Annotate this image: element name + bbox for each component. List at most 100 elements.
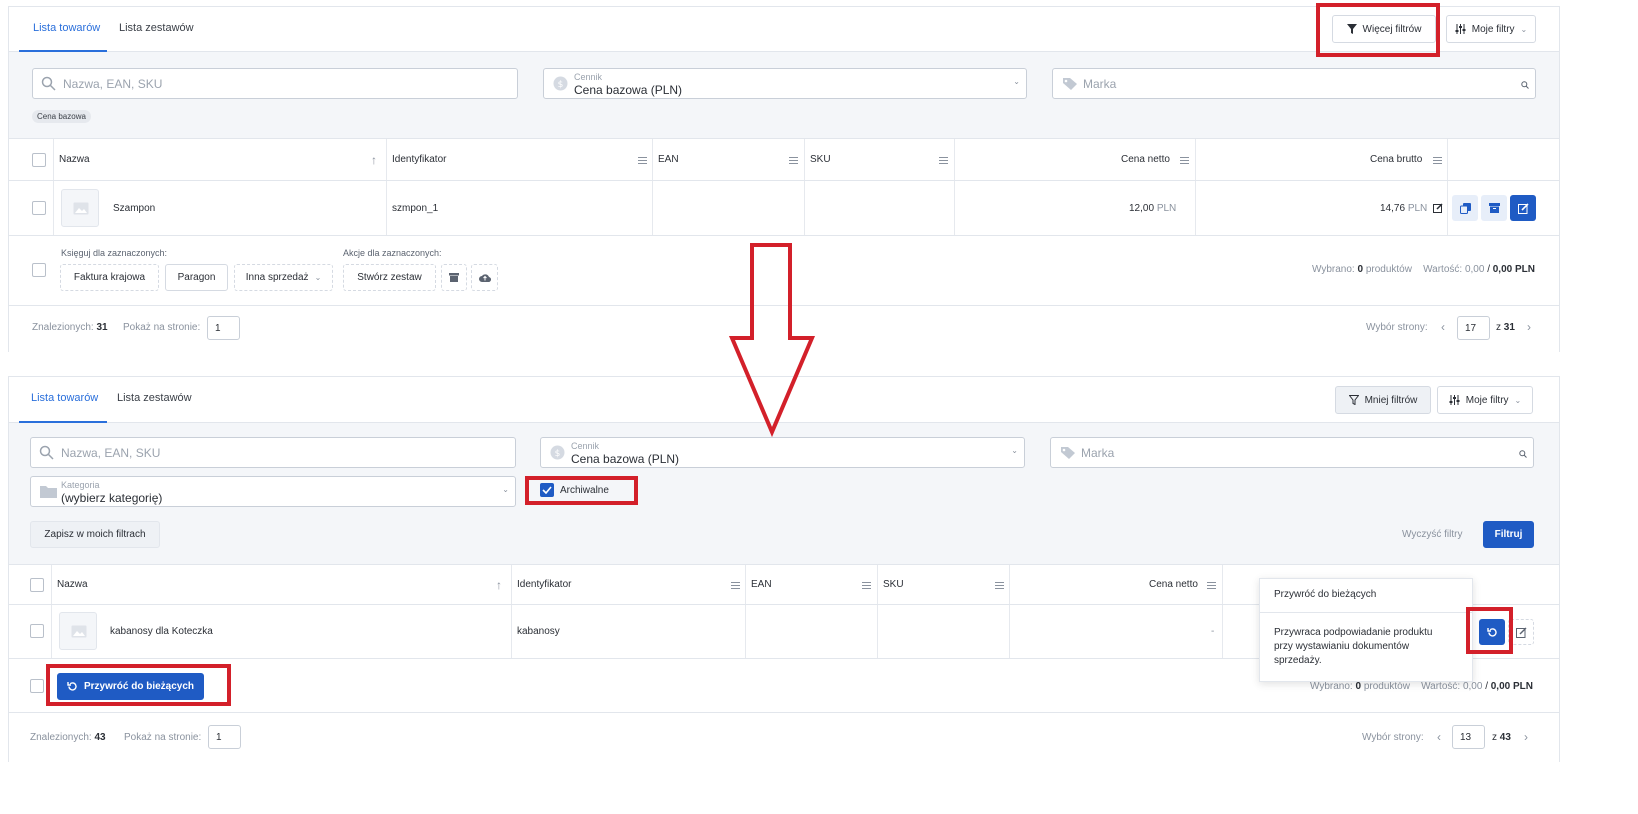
column-menu-icon[interactable] [638, 157, 647, 164]
product-thumbnail [59, 612, 97, 650]
svg-text:$: $ [555, 449, 561, 459]
search-icon [1519, 450, 1527, 458]
table-row[interactable]: Szampon szmpon_1 12,00 PLN 14,76 PLN [9, 181, 1559, 236]
column-sku[interactable]: SKU [810, 139, 831, 180]
column-sku[interactable]: SKU [883, 565, 904, 604]
chevron-down-icon: ⌄ [502, 485, 509, 494]
column-divider [1009, 565, 1010, 604]
per-page-input[interactable]: 1 [207, 316, 240, 340]
product-identifier: kabanosy [517, 626, 560, 637]
column-divider [51, 605, 52, 658]
column-gross-price[interactable]: Cena brutto [1370, 139, 1422, 180]
page-total: z 31 [1496, 322, 1515, 333]
active-filter-chip[interactable]: Cena bazowa [32, 110, 91, 123]
select-all-checkbox[interactable] [32, 153, 46, 167]
column-menu-icon[interactable] [731, 582, 740, 589]
column-menu-icon[interactable] [1207, 582, 1216, 589]
chevron-right-icon[interactable]: › [1524, 730, 1528, 744]
bulk-summary: Wybrano: 0 produktów Wartość: 0,00 / 0,0… [1309, 681, 1533, 692]
create-set-button[interactable]: Stwórz zestaw [343, 264, 436, 291]
down-arrow-annotation [728, 243, 816, 438]
column-divider [745, 565, 746, 604]
column-net-price[interactable]: Cena netto [1149, 565, 1198, 604]
column-ean[interactable]: EAN [751, 565, 772, 604]
column-menu-icon[interactable] [862, 582, 871, 589]
tooltip-text: Przywraca podpowiadanie produktu przy wy… [1274, 627, 1433, 666]
column-net-price[interactable]: Cena netto [1121, 139, 1170, 180]
pricelist-select[interactable]: $ Cennik Cena bazowa (PLN) ⌄ [540, 437, 1025, 468]
save-filters-button[interactable]: Zapisz w moich filtrach [30, 521, 160, 548]
net-price: 12,00 PLN [1129, 203, 1177, 214]
column-identifier[interactable]: Identyfikator [392, 139, 446, 180]
filter-button[interactable]: Filtruj [1483, 521, 1534, 548]
pricelist-select[interactable]: $ Cennik Cena bazowa (PLN) ⌄ [543, 68, 1027, 99]
bulk-upload-button[interactable] [471, 264, 498, 291]
image-placeholder-icon [71, 625, 87, 638]
chevron-down-icon: ⌄ [1013, 77, 1020, 86]
row-checkbox[interactable] [30, 624, 44, 638]
edit-button[interactable] [1510, 195, 1536, 221]
tab-sets[interactable]: Lista zestawów [117, 392, 192, 404]
product-thumbnail [61, 189, 99, 227]
product-name[interactable]: kabanosy dla Koteczka [110, 626, 213, 637]
edit-icon [1515, 627, 1526, 638]
found-count: Znalezionych: 31 [32, 322, 108, 333]
column-name[interactable]: Nazwa [57, 565, 88, 604]
page-input[interactable]: 13 [1452, 725, 1485, 749]
other-sale-dropdown[interactable]: Inna sprzedaż ⌄ [234, 264, 333, 291]
active-tab-indicator [19, 421, 107, 423]
column-menu-icon[interactable] [939, 157, 948, 164]
select-all-checkbox[interactable] [30, 578, 44, 592]
column-divider [1222, 565, 1223, 604]
column-divider [51, 565, 52, 604]
duplicate-button[interactable] [1452, 195, 1478, 221]
bulk-checkbox[interactable] [32, 263, 46, 277]
column-identifier[interactable]: Identyfikator [517, 565, 571, 604]
column-divider [954, 181, 955, 235]
per-page-input[interactable]: 1 [208, 725, 241, 749]
column-ean[interactable]: EAN [658, 139, 679, 180]
row-checkbox[interactable] [32, 201, 46, 215]
sort-asc-icon[interactable]: ↑ [496, 565, 502, 604]
column-name[interactable]: Nazwa [59, 139, 90, 180]
search-input[interactable]: Nazwa, EAN, SKU [30, 437, 516, 468]
column-menu-icon[interactable] [1180, 157, 1189, 164]
less-filters-button[interactable]: Mniej filtrów [1335, 386, 1431, 414]
search-input[interactable]: Nazwa, EAN, SKU [32, 68, 518, 99]
my-filters-button[interactable]: Moje filtry ⌄ [1446, 15, 1536, 43]
archive-button[interactable] [1481, 195, 1507, 221]
column-divider [877, 565, 878, 604]
edit-price-icon[interactable] [1433, 203, 1443, 213]
column-menu-icon[interactable] [1433, 157, 1442, 164]
column-divider [1447, 181, 1448, 235]
column-menu-icon[interactable] [789, 157, 798, 164]
chevron-left-icon[interactable]: ‹ [1441, 320, 1445, 334]
page-input[interactable]: 17 [1457, 316, 1490, 340]
clear-filters-link[interactable]: Wyczyść filtry [1402, 529, 1462, 540]
my-filters-button[interactable]: Moje filtry ⌄ [1437, 386, 1533, 414]
tab-products[interactable]: Lista towarów [33, 22, 100, 34]
page-label: Wybór strony: [1362, 732, 1424, 743]
sort-asc-icon[interactable]: ↑ [371, 139, 377, 180]
column-divider [804, 139, 805, 180]
brand-input[interactable]: Marka [1052, 68, 1536, 99]
product-name[interactable]: Szampon [113, 203, 155, 214]
category-select[interactable]: Kategoria (wybierz kategorię) ⌄ [30, 476, 516, 507]
edit-icon [1517, 202, 1529, 214]
domestic-invoice-button[interactable]: Faktura krajowa [60, 264, 159, 291]
receipt-button[interactable]: Paragon [165, 264, 228, 291]
chevron-down-icon: ⌄ [1520, 24, 1528, 34]
tab-sets[interactable]: Lista zestawów [119, 22, 194, 34]
chevron-right-icon[interactable]: › [1527, 320, 1531, 334]
svg-text:$: $ [558, 80, 564, 90]
column-divider [53, 139, 54, 180]
tab-products[interactable]: Lista towarów [31, 392, 98, 404]
bulk-checkbox[interactable] [30, 679, 44, 693]
chevron-left-icon[interactable]: ‹ [1437, 730, 1441, 744]
page-total: z 43 [1492, 732, 1511, 743]
bulk-archive-button[interactable] [441, 264, 467, 291]
column-divider [1009, 605, 1010, 658]
search-icon [41, 76, 56, 91]
column-menu-icon[interactable] [995, 582, 1004, 589]
brand-input[interactable]: Marka [1050, 437, 1534, 468]
